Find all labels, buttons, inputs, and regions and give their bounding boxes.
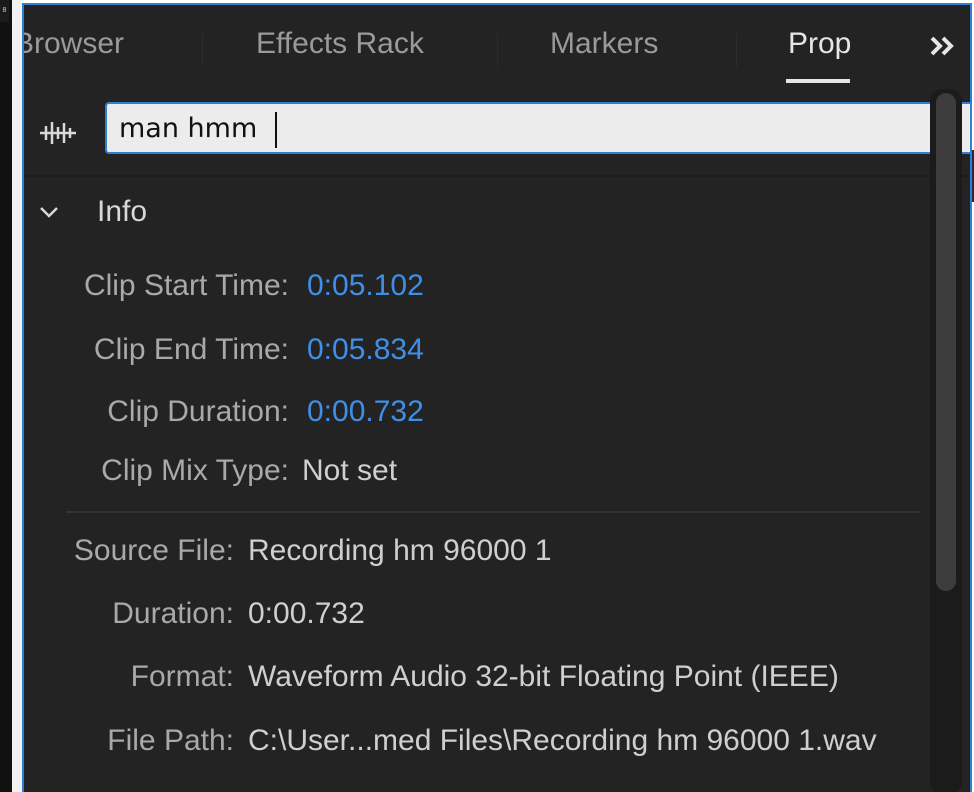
clip-mix-type-value: Not set: [302, 454, 398, 487]
app-background-edge: [0, 0, 12, 792]
window-gap: [12, 0, 22, 792]
text-caret: [275, 112, 277, 148]
clip-start-label: Clip Start Time:: [83, 269, 289, 302]
clip-duration-label: Clip Duration:: [107, 395, 289, 428]
scrollbar-thumb[interactable]: [936, 93, 956, 591]
format-row: Format: Waveform Audio 32-bit Floating P…: [24, 660, 924, 700]
chevron-down-icon[interactable]: [38, 201, 60, 223]
info-section-header[interactable]: Info: [24, 189, 924, 239]
section-title: Info: [97, 195, 148, 228]
clip-end-row: Clip End Time: 0:05.834: [24, 333, 924, 373]
clip-mix-type-label: Clip Mix Type:: [101, 454, 289, 487]
clip-duration-value[interactable]: 0:00.732: [307, 395, 424, 429]
tab-properties[interactable]: Properties: [788, 27, 850, 61]
file-path-row: File Path: C:\User...med Files\Recording…: [24, 724, 928, 764]
source-file-label: Source File:: [73, 534, 234, 567]
double-chevron-right-icon: [930, 36, 954, 56]
panel-tab-bar: Browser Effects Rack Markers Properties: [24, 5, 970, 93]
file-path-label: File Path:: [107, 724, 234, 757]
waveform-icon[interactable]: [38, 119, 78, 147]
source-file-row: Source File: Recording hm 96000 1: [24, 534, 924, 574]
tab-overflow-button[interactable]: [924, 27, 960, 65]
search-row: [24, 97, 970, 169]
source-file-value: Recording hm 96000 1: [248, 534, 552, 567]
properties-panel: Browser Effects Rack Markers Properties: [22, 3, 972, 792]
section-divider: [66, 511, 920, 513]
tab-browser[interactable]: Browser: [24, 27, 124, 61]
duration-label: Duration:: [112, 597, 234, 630]
clip-mix-type-row: Clip Mix Type: Not set: [24, 454, 924, 494]
duration-row: Duration: 0:00.732: [24, 597, 924, 637]
corner-badge: 8: [0, 0, 9, 22]
tab-separator: [497, 33, 498, 67]
clip-start-value[interactable]: 0:05.102: [307, 269, 424, 303]
clip-duration-row: Clip Duration: 0:00.732: [24, 395, 924, 435]
clip-start-row: Clip Start Time: 0:05.102: [24, 269, 924, 309]
search-input[interactable]: [105, 102, 970, 154]
vertical-scrollbar[interactable]: [930, 89, 962, 792]
tab-effects-rack[interactable]: Effects Rack: [256, 27, 424, 61]
tab-separator: [202, 33, 203, 67]
active-tab-indicator: [786, 79, 850, 83]
clip-end-value[interactable]: 0:05.834: [307, 333, 424, 367]
divider: [24, 175, 970, 177]
clip-end-label: Clip End Time:: [93, 333, 289, 366]
format-label: Format:: [130, 660, 234, 693]
file-path-value: C:\User...med Files\Recording hm 96000 1…: [248, 724, 877, 757]
duration-value: 0:00.732: [248, 597, 365, 630]
tab-markers[interactable]: Markers: [550, 27, 658, 61]
tab-separator: [736, 33, 737, 67]
format-value: Waveform Audio 32-bit Floating Point (IE…: [248, 660, 839, 693]
